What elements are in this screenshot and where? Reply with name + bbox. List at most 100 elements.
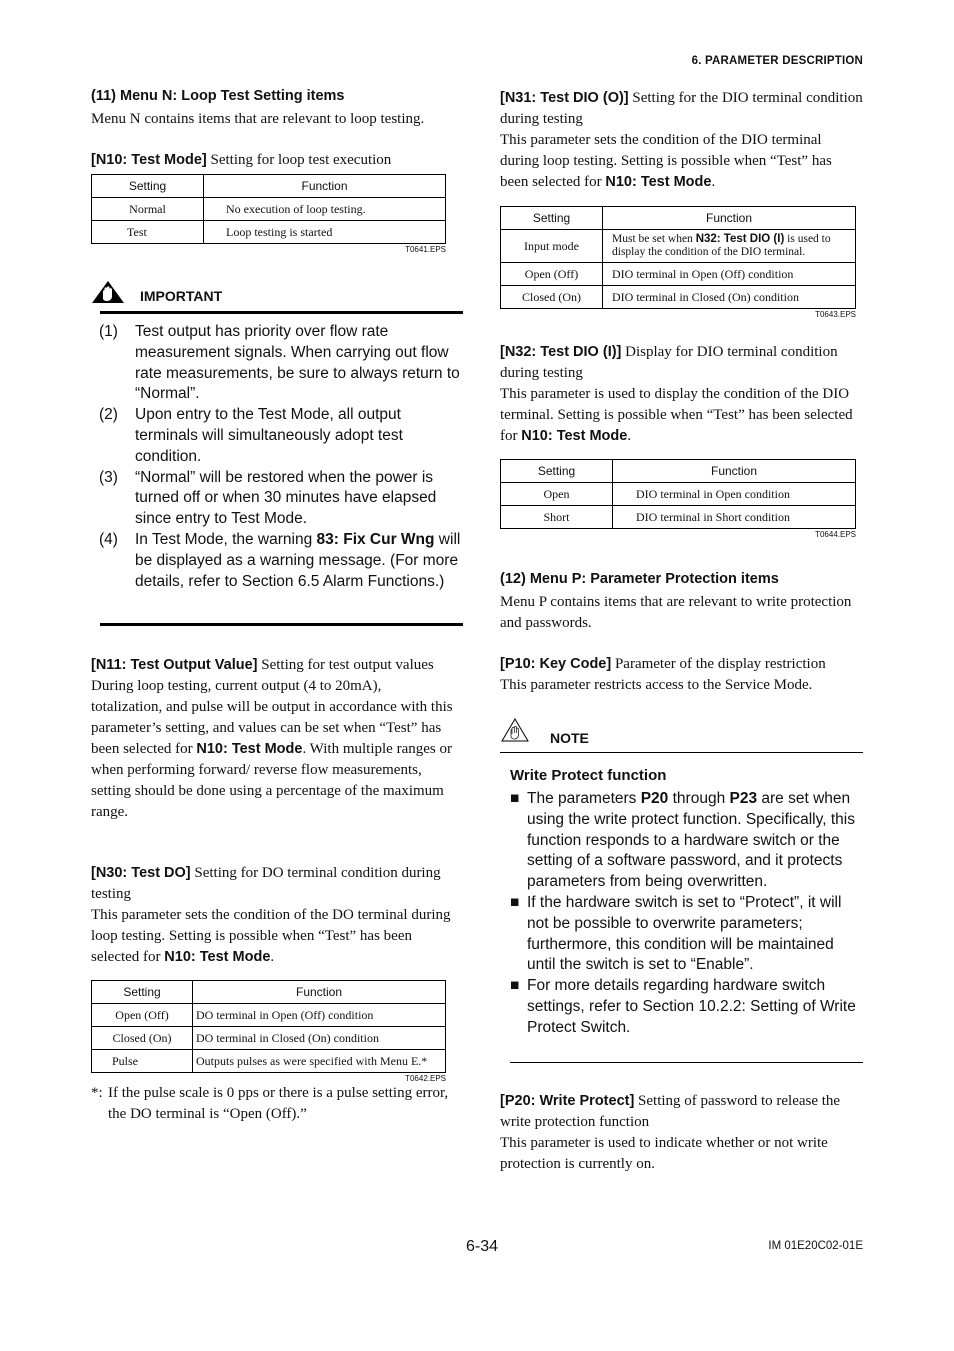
table-cell: DIO terminal in Open (Off) condition — [602, 262, 856, 286]
table-ref: T0643.EPS — [815, 310, 856, 319]
item-text: “Normal” will be restored when the power… — [135, 468, 437, 528]
note-top-rule — [500, 752, 863, 753]
table-row: Open (Off) DIO terminal in Open (Off) con… — [500, 262, 856, 286]
n10-term: [N10: Test Mode] — [91, 152, 207, 168]
table-cell: Normal — [91, 197, 204, 221]
item-text-part: In Test Mode, the warning — [135, 530, 317, 548]
p20-term: [P20: Write Protect] — [500, 1093, 635, 1109]
table-cell: DO terminal in Open (Off) condition — [192, 1003, 446, 1027]
menu-n-description: Menu N contains items that are relevant … — [91, 111, 425, 127]
table-cell: Must be set when N32: Test DIO (I) is us… — [602, 229, 856, 263]
table-cell: Open — [500, 482, 613, 506]
table-cell: DIO terminal in Closed (On) condition — [602, 285, 856, 309]
table-header: Function — [192, 980, 446, 1004]
n30-body-end: . — [270, 949, 275, 965]
list-item: (3) “Normal” will be restored when the po… — [91, 468, 463, 530]
text-segment: If the hardware switch is set to “Protec… — [527, 893, 842, 974]
n10-table: Setting Function Normal No execution of lo… — [91, 174, 446, 244]
menu-p-heading: (12) Menu P: Parameter Protection items — [500, 571, 779, 587]
n11-ref: N10: Test Mode — [196, 741, 303, 757]
bullet-square-icon: ■ — [510, 790, 520, 807]
table-header: Function — [602, 206, 856, 230]
p10-body: This parameter restricts access to the S… — [500, 677, 813, 693]
item-number: (2) — [99, 406, 118, 424]
table-cell: DIO terminal in Open condition — [612, 482, 856, 506]
menu-n-heading: (11) Menu N: Loop Test Setting items — [91, 88, 345, 104]
list-item: (2) Upon entry to the Test Mode, all outp… — [91, 405, 463, 467]
n30-section: [N30: Test DO] Setting for DO terminal c… — [91, 863, 455, 968]
important-list: (1) Test output has priority over flow ra… — [91, 322, 463, 592]
table-header: Setting — [91, 174, 204, 198]
table-ref: T0644.EPS — [815, 530, 856, 539]
n32-table: Setting Function Open DIO terminal in Open… — [500, 459, 856, 529]
bullet-square-icon: ■ — [510, 893, 520, 911]
table-cell: DIO terminal in Short condition — [612, 505, 856, 529]
table-cell: Closed (On) — [500, 285, 603, 309]
n30-ref: N10: Test Mode — [164, 949, 271, 965]
table-cell: Test — [91, 220, 204, 244]
table-cell: Closed (On) — [91, 1026, 193, 1050]
table-cell: Loop testing is started — [203, 220, 446, 244]
n30-term: [N30: Test DO] — [91, 865, 191, 881]
table-cell: Outputs pulses as were specified with Me… — [192, 1049, 446, 1073]
n31-ref: N10: Test Mode — [605, 174, 712, 190]
section-header: 6. PARAMETER DESCRIPTION — [691, 55, 863, 67]
n30-footnote: *: If the pulse scale is 0 pps or there i… — [91, 1083, 455, 1125]
important-bottom-rule — [100, 623, 463, 626]
n32-body-end: . — [627, 428, 632, 444]
item-text: Test output has priority over flow rate … — [135, 323, 460, 403]
table-row: Input mode Must be set when N32: Test DIO… — [500, 229, 856, 263]
item-text: Upon entry to the Test Mode, all output … — [135, 406, 403, 465]
p10-term: [P10: Key Code] — [500, 656, 612, 672]
n10-desc: Setting for loop test execution — [206, 152, 392, 168]
param-ref: P23 — [729, 790, 758, 807]
n32-term: [N32: Test DIO (I)] — [500, 344, 622, 360]
page-number: 6-34 — [466, 1238, 499, 1255]
table-header: Setting — [91, 980, 193, 1004]
note-list-item: ■ For more details regarding hardware swi… — [510, 976, 864, 1038]
note-bottom-rule — [510, 1062, 863, 1063]
n31-body-end: . — [711, 174, 716, 190]
item-number: (4) — [99, 530, 118, 548]
note-item-text: If the hardware switch is set to “Protec… — [527, 893, 864, 976]
note-list-item: ■ The parameters P20 through P23 are set … — [510, 789, 864, 893]
item-number: (1) — [99, 323, 118, 340]
n10-table-wrap: Setting Function Normal No execution of lo… — [91, 174, 446, 254]
n31-table: Setting Function Input mode Must be set wh… — [500, 206, 856, 309]
item-text: In Test Mode, the warning 83: Fix Cur Wn… — [135, 530, 463, 592]
note-item-text: For more details regarding hardware swit… — [527, 976, 864, 1038]
n31-section: [N31: Test DIO (O)] Setting for the DIO … — [500, 88, 863, 193]
table-ref: T0641.EPS — [405, 245, 446, 254]
n30-table-wrap: Setting Function Open (Off) DO terminal in… — [91, 980, 446, 1083]
note-heading: Write Protect function — [510, 767, 667, 784]
table-row: Normal No execution of loop testing. — [91, 197, 446, 221]
n31-term: [N31: Test DIO (O)] — [500, 90, 629, 106]
table-row: Closed (On) DO terminal in Closed (On) co… — [91, 1026, 446, 1050]
table-row: Pulse Outputs pulses as were specified wi… — [91, 1049, 446, 1073]
note-icon — [501, 718, 529, 747]
footnote-mark: *: — [91, 1085, 103, 1101]
note-label: NOTE — [550, 730, 589, 746]
cell-text: Must be set when — [612, 233, 696, 245]
table-cell: No execution of loop testing. — [203, 197, 446, 221]
list-item: (4) In Test Mode, the warning 83: Fix Cur… — [91, 530, 463, 592]
n32-section: [N32: Test DIO (I)] Display for DIO term… — [500, 342, 863, 447]
cell-param-ref: N32: Test DIO (I) — [695, 233, 785, 245]
n11-desc: Setting for test output values — [257, 657, 434, 673]
p10-desc: Parameter of the display restriction — [611, 656, 826, 672]
param-ref: P20 — [640, 790, 669, 807]
table-header: Setting — [500, 459, 613, 483]
text-segment: The parameters — [527, 790, 641, 807]
list-item: (1) Test output has priority over flow ra… — [91, 322, 463, 405]
table-cell: Pulse — [91, 1049, 193, 1073]
text-segment: through — [668, 790, 730, 807]
table-header: Function — [612, 459, 856, 483]
table-header: Setting — [500, 206, 603, 230]
important-label: IMPORTANT — [140, 288, 223, 304]
table-cell: Open (Off) — [500, 262, 603, 286]
table-row: Closed (On) DIO terminal in Closed (On) c… — [500, 285, 856, 309]
table-cell: DO terminal in Closed (On) condition — [192, 1026, 446, 1050]
p20-section: [P20: Write Protect] Setting of password… — [500, 1091, 863, 1175]
footnote-text: If the pulse scale is 0 pps or there is … — [108, 1085, 449, 1122]
n10-title: [N10: Test Mode] Setting for loop test e… — [91, 150, 455, 171]
